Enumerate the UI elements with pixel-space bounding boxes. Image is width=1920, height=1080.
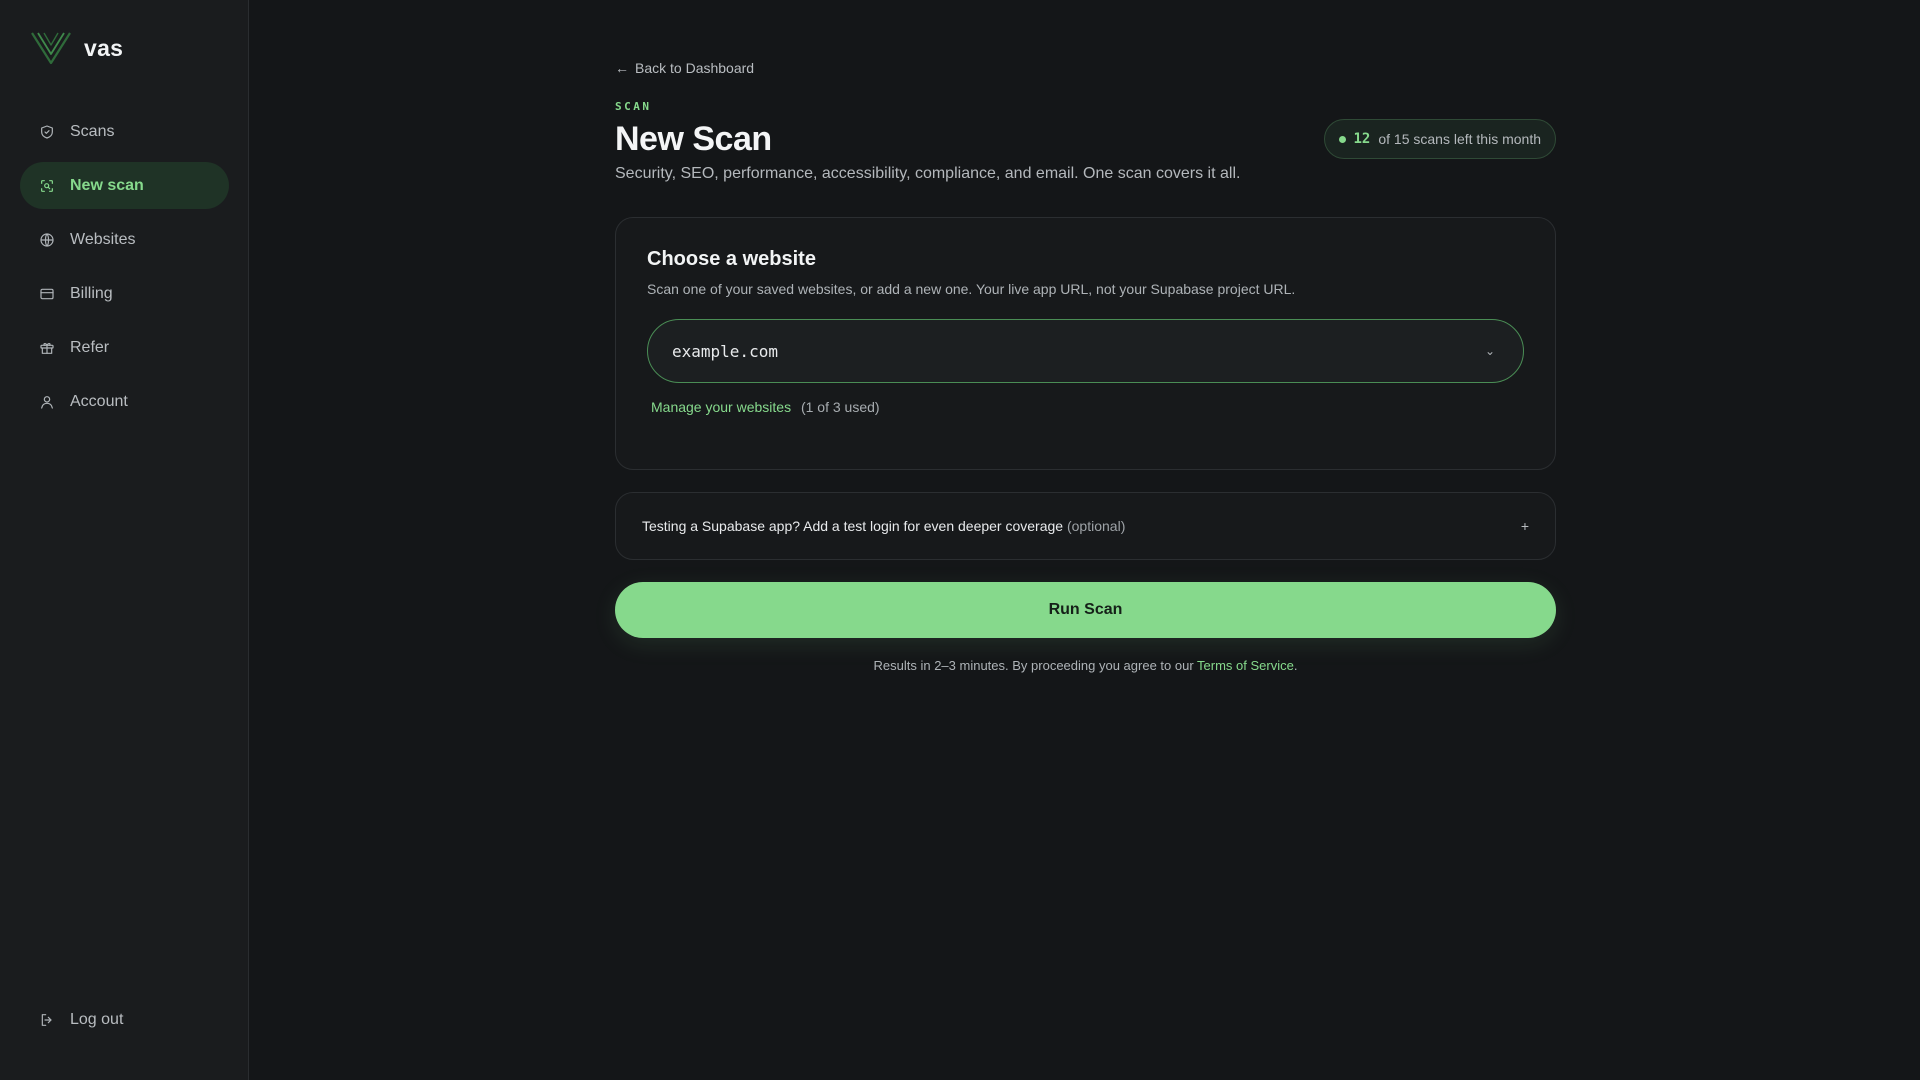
main-content: ← Back to Dashboard SCAN New Scan Securi… — [249, 0, 1920, 1080]
plus-icon: + — [1520, 518, 1529, 534]
test-login-label: Testing a Supabase app? Add a test login… — [642, 518, 1064, 534]
title-block: New Scan Security, SEO, performance, acc… — [615, 119, 1240, 183]
sidebar-item-account[interactable]: Account — [20, 378, 229, 425]
scan-quota-badge: 12 of 15 scans left this month — [1323, 119, 1556, 159]
sidebar-item-scans[interactable]: Scans — [20, 108, 229, 155]
vas-logo-icon — [31, 32, 71, 65]
logout-label: Log out — [70, 1010, 124, 1028]
sidebar: vas Scans New scan Websites Billing Refe… — [0, 0, 249, 1080]
arrow-left-icon: ← — [615, 60, 629, 76]
sidebar-item-refer[interactable]: Refer — [20, 324, 229, 371]
chevron-down-icon: ⌄ — [1484, 344, 1495, 358]
logout-icon — [38, 1011, 56, 1029]
brand-name: vas — [84, 34, 124, 61]
choose-website-card: Choose a website Scan one of your saved … — [615, 217, 1556, 470]
app-root: vas Scans New scan Websites Billing Refe… — [0, 0, 1920, 1080]
test-login-expander[interactable]: Testing a Supabase app? Add a test login… — [615, 492, 1556, 560]
card-description: Scan one of your saved websites, or add … — [647, 281, 1296, 297]
optional-label: (optional) — [1066, 518, 1126, 534]
sidebar-item-new-scan[interactable]: New scan — [20, 162, 229, 209]
new-scan-panel: ← Back to Dashboard SCAN New Scan Securi… — [615, 60, 1556, 673]
selected-website: example.com — [672, 341, 778, 361]
quota-text: of 15 scans left this month — [1378, 131, 1541, 147]
sidebar-item-label: New scan — [70, 176, 144, 194]
sidebar-item-label: Websites — [70, 230, 136, 248]
status-dot-icon — [1338, 135, 1346, 143]
shield-icon — [38, 123, 56, 141]
logout-button[interactable]: Log out — [20, 996, 229, 1043]
page-title: New Scan — [615, 120, 772, 158]
footnote-text: Results in 2–3 minutes. By proceeding yo… — [873, 658, 1198, 673]
test-login-text: Testing a Supabase app? Add a test login… — [642, 518, 1125, 534]
sidebar-item-label: Account — [70, 392, 128, 410]
scan-icon — [38, 177, 56, 195]
sidebar-item-label: Refer — [70, 338, 110, 356]
globe-icon — [38, 231, 56, 249]
section-eyebrow: SCAN — [615, 100, 652, 113]
back-link-label: Back to Dashboard — [635, 60, 755, 76]
sidebar-nav: Scans New scan Websites Billing Refer Ac… — [20, 108, 229, 432]
quota-remaining: 12 — [1353, 131, 1371, 147]
terms-of-service-link[interactable]: Terms of Service — [1197, 658, 1294, 673]
gift-icon — [38, 339, 56, 357]
manage-websites-row: Manage your websites (1 of 3 used) — [647, 399, 1524, 415]
page-subtitle: Security, SEO, performance, accessibilit… — [615, 165, 1241, 182]
sidebar-item-websites[interactable]: Websites — [20, 216, 229, 263]
user-icon — [38, 393, 56, 411]
manage-websites-link[interactable]: Manage your websites — [651, 399, 791, 415]
run-scan-button[interactable]: Run Scan — [615, 582, 1556, 638]
footnote: Results in 2–3 minutes. By proceeding yo… — [615, 658, 1556, 673]
card-title: Choose a website — [647, 248, 816, 270]
sidebar-item-billing[interactable]: Billing — [20, 270, 229, 317]
sidebar-item-label: Billing — [70, 284, 113, 302]
logout-section: Log out — [20, 996, 229, 1050]
card-icon — [38, 285, 56, 303]
sidebar-item-label: Scans — [70, 122, 115, 140]
back-to-dashboard-link[interactable]: ← Back to Dashboard — [615, 60, 754, 76]
website-select[interactable]: example.com ⌄ — [647, 319, 1524, 383]
title-row: New Scan Security, SEO, performance, acc… — [615, 119, 1556, 183]
brand[interactable]: vas — [30, 30, 123, 66]
footnote-end: . — [1293, 658, 1298, 673]
websites-used-count: (1 of 3 used) — [800, 399, 880, 415]
